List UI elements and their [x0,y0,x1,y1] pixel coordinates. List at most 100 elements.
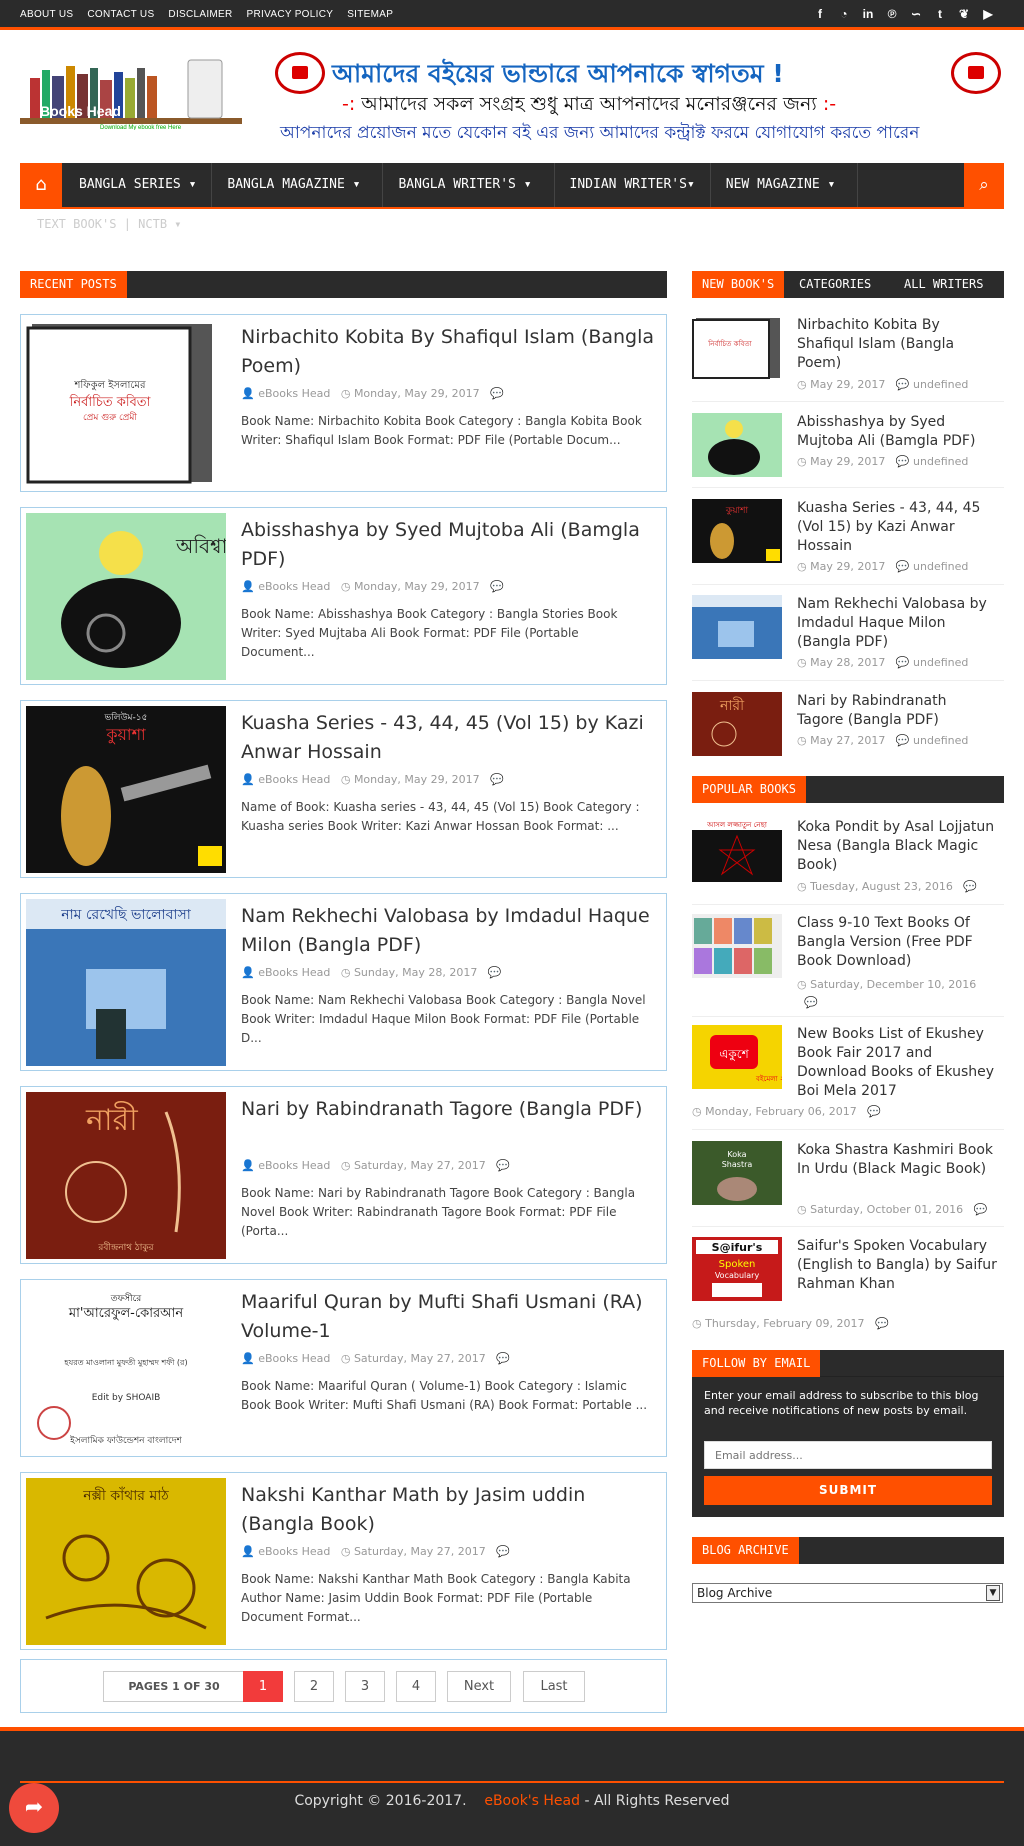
linkedin-icon[interactable]: in [862,7,874,21]
sidebar-item-title[interactable]: Kuasha Series - 43, 44, 45 (Vol 15) by K… [797,499,997,556]
share-icon[interactable]: ➦ [9,1783,59,1833]
popular-item-title[interactable]: Class 9-10 Text Books Of Bangla Version … [797,914,997,971]
post-title[interactable]: Nam Rekhechi Valobasa by Imdadul Haque M… [241,902,656,960]
post-title[interactable]: Maariful Quran by Mufti Shafi Usmani (RA… [241,1288,656,1346]
popular-item-title[interactable]: Koka Pondit by Asal Lojjatun Nesa (Bangl… [797,818,997,875]
svg-text:Koka: Koka [727,1150,746,1159]
post-thumbnail[interactable]: ভলিউম-১৫ কুয়াশা [26,706,226,873]
post-title[interactable]: Nari by Rabindranath Tagore (Bangla PDF) [241,1095,656,1124]
sidebar-thumbnail[interactable]: কুয়াশা [692,499,782,563]
top-link-privacy[interactable]: PRIVACY POLICY [247,9,334,20]
popular-item-title[interactable]: Saifur's Spoken Vocabulary (English to B… [797,1237,997,1294]
sidebar-thumbnail[interactable] [692,595,782,659]
tab-all-writers[interactable]: ALL WRITERS [904,271,983,298]
post-thumbnail[interactable]: শফিকুল ইসলামের নির্বাচিত কবিতাপ্রেম গুরু … [26,320,226,487]
left-seal-logo [275,52,325,94]
svg-text:আসল লজ্জাতুন নেছা: আসল লজ্জাতুন নেছা [706,821,768,829]
pinterest-icon[interactable]: ℗ [886,7,898,21]
svg-text:বইমেলা ২০১৭: বইমেলা ২০১৭ [755,1075,782,1083]
post-card: নক্সী কাঁথার মাঠ Nakshi Kanthar Math by … [20,1472,667,1650]
divider [692,904,1004,905]
divider [692,401,1004,402]
stumbleupon-icon[interactable]: ∽ [910,7,922,21]
page-4-button[interactable]: 4 [396,1671,436,1702]
sidebar-thumbnail[interactable] [692,413,782,477]
popular-item-title[interactable]: New Books List of Ekushey Book Fair 2017… [797,1025,997,1101]
last-page-button[interactable]: Last [523,1671,585,1702]
svg-text:Download My ebook free Here: Download My ebook free Here [100,125,182,130]
sidebar-item-title[interactable]: Nam Rekhechi Valobasa by Imdadul Haque M… [797,595,997,652]
popular-thumbnail[interactable] [692,914,782,978]
svg-text:অবিশ্বাস্য: অবিশ্বাস্য [175,534,226,558]
svg-text:কুয়াশা: কুয়াশা [105,725,146,744]
twitter-icon[interactable]: ❦ [958,7,970,21]
sidebar-item-title[interactable]: Abisshashya by Syed Mujtoba Ali (Bamgla … [797,413,997,451]
post-title[interactable]: Kuasha Series - 43, 44, 45 (Vol 15) by K… [241,709,656,767]
post-meta: 👤 eBooks Head ◷ Saturday, May 27, 2017 💬 [241,1352,510,1365]
nav-bangla-series[interactable]: BANGLA SERIES ▾ [64,163,213,207]
svg-text:নির্বাচিত কবিতা: নির্বাচিত কবিতা [707,340,752,348]
divider [692,1226,1004,1227]
tab-categories[interactable]: CATEGORIES [799,271,871,298]
top-link-disclaimer[interactable]: DISCLAIMER [168,9,232,20]
page-2-button[interactable]: 2 [294,1671,334,1702]
comment-icon: 💬 [496,1352,510,1365]
popular-thumbnail[interactable]: একুশে বইমেলা ২০১৭ [692,1025,782,1089]
top-link-about[interactable]: ABOUT US [20,9,73,20]
post-excerpt: Book Name: Nam Rekhechi Valobasa Book Ca… [241,993,646,1045]
chevron-down-icon[interactable]: ▼ [986,1585,1000,1601]
popular-item: একুশে বইমেলা ২০১৭ New Books List of Ekush… [692,1025,1004,1121]
svg-text:Vocabulary: Vocabulary [715,1271,760,1280]
sidebar-item-title[interactable]: Nirbachito Kobita By Shafiqul Islam (Ban… [797,316,997,373]
sidebar-item: নির্বাচিত কবিতা Nirbachito Kobita By Sha… [692,316,1004,391]
facebook-icon[interactable]: f [814,7,826,21]
pagination: PAGES 1 OF 30 1 2 3 4 Next Last [20,1659,667,1713]
svg-text:নক্সী কাঁথার মাঠ: নক্সী কাঁথার মাঠ [82,1487,169,1504]
top-link-sitemap[interactable]: SITEMAP [347,9,393,20]
nav-new-magazine[interactable]: NEW MAGAZINE ▾ [711,163,859,207]
svg-text:শফিকুল ইসলামের: শফিকুল ইসলামের [74,379,146,391]
sidebar-thumbnail[interactable]: নির্বাচিত কবিতা [692,316,782,380]
nav-indian-writers[interactable]: INDIAN WRITER'S▾ [555,163,711,207]
sidebar-thumbnail[interactable]: নারী [692,692,782,756]
tab-new-books[interactable]: NEW BOOK'S [692,271,785,298]
post-title[interactable]: Nakshi Kanthar Math by Jasim uddin (Bang… [241,1481,656,1539]
comment-icon: 💬 [490,387,504,400]
submit-button[interactable]: SUBMIT [704,1476,992,1505]
popular-item-title[interactable]: Koka Shastra Kashmiri Book In Urdu (Blac… [797,1141,997,1179]
tumblr-icon[interactable]: t [934,7,946,21]
sidebar-item-meta: ◷ May 27, 2017 💬 undefined [797,734,969,747]
popular-item-meta: ◷ Thursday, February 09, 2017 💬 [692,1317,889,1330]
page-1-button[interactable]: 1 [243,1671,283,1702]
page-3-button[interactable]: 3 [345,1671,385,1702]
nav-bangla-magazine[interactable]: BANGLA MAGAZINE ▾ [212,163,384,207]
post-excerpt: Book Name: Nari by Rabindranath Tagore B… [241,1186,636,1238]
popular-thumbnail[interactable]: S@ifur's SpokenVocabulary [692,1237,782,1301]
banner-line-2: -: আমাদের সকল সংগ্রহ শুধু মাত্র আপনাদের … [342,93,837,115]
post-title[interactable]: Nirbachito Kobita By Shafiqul Islam (Ban… [241,323,656,381]
post-thumbnail[interactable]: নক্সী কাঁথার মাঠ [26,1478,226,1645]
post-thumbnail[interactable]: নারী রবীন্দ্রনাথ ঠাকুর [26,1092,226,1259]
search-icon[interactable]: ⌕ [964,163,1004,207]
nav-bangla-writers[interactable]: BANGLA WRITER'S ▾ [383,163,555,207]
footer-site-link[interactable]: eBook's Head [484,1793,580,1809]
popular-item-meta: ◷ Saturday, December 10, 2016 💬 [797,978,977,1009]
home-icon[interactable]: ⌂ [20,163,62,207]
post-thumbnail[interactable]: অবিশ্বাস্য [26,513,226,680]
site-logo[interactable]: Books Head Download My ebook free Here [20,58,242,130]
post-title[interactable]: Abisshashya by Syed Mujtoba Ali (Bamgla … [241,516,656,574]
svg-text:নারী: নারী [719,697,745,714]
rss-icon[interactable]: ◔ [838,7,850,21]
archive-select[interactable]: Blog Archive ▼ [692,1583,1003,1603]
youtube-icon[interactable]: ▶ [982,7,994,21]
email-input[interactable] [704,1441,992,1469]
post-thumbnail[interactable]: নাম রেখেছি ভালোবাসা [26,899,226,1066]
popular-thumbnail[interactable]: আসল লজ্জাতুন নেছা [692,818,782,882]
post-thumbnail[interactable]: তফসীরে মা'আরেফুল-কোরআন হযরত মাওলানা মুফতী … [26,1285,226,1452]
top-link-contact[interactable]: CONTACT US [87,9,154,20]
popular-thumbnail[interactable]: KokaShastra [692,1141,782,1205]
next-page-button[interactable]: Next [447,1671,511,1702]
sidebar-item-title[interactable]: Nari by Rabindranath Tagore (Bangla PDF) [797,692,997,730]
nav-text-books[interactable]: TEXT BOOK'S | NCTB ▾ [37,217,182,231]
post-meta: 👤 eBooks Head ◷ Saturday, May 27, 2017 💬 [241,1159,510,1172]
